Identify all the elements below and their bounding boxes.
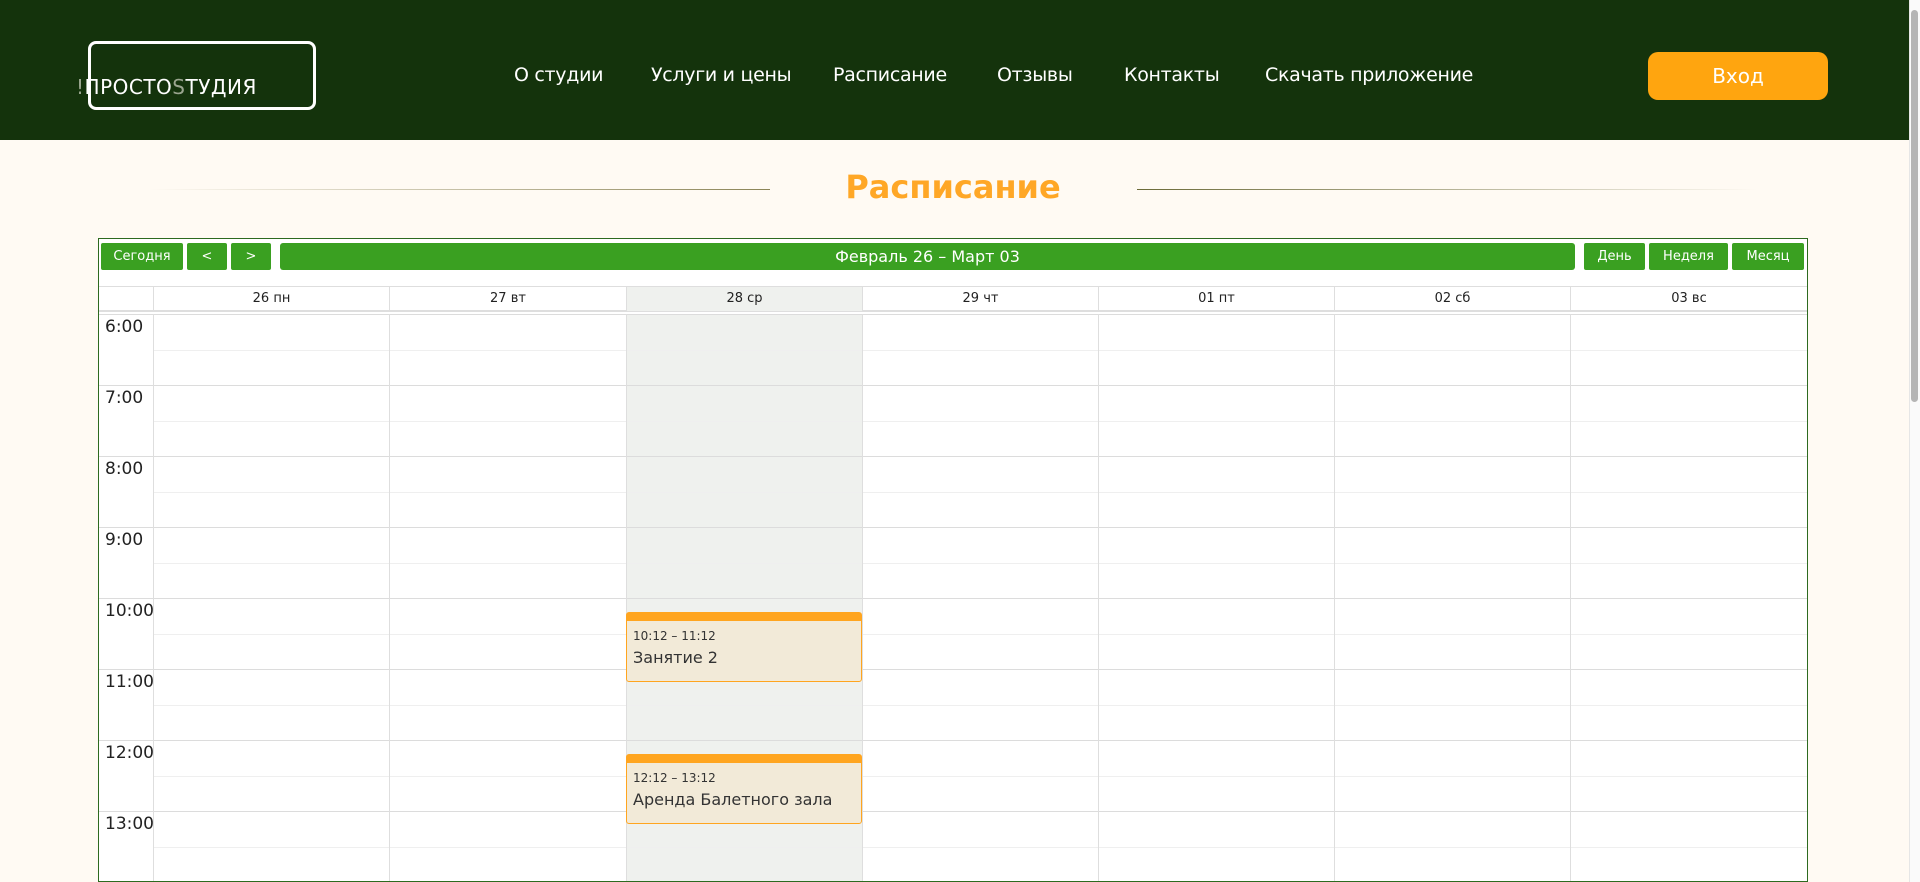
hour-slot[interactable]: 11:00 <box>99 669 1807 740</box>
hour-slot[interactable]: 12:00 <box>99 740 1807 811</box>
calendar-event[interactable]: 12:12 – 13:12 Аренда Балетного зала <box>626 754 862 824</box>
column-divider <box>1334 314 1335 881</box>
time-label: 11:00 <box>105 672 154 692</box>
day-header: 01 пт <box>1098 287 1334 311</box>
next-week-button[interactable]: > <box>231 243 271 270</box>
time-label: 7:00 <box>105 388 144 408</box>
today-button[interactable]: Сегодня <box>101 243 183 270</box>
column-divider <box>1098 314 1099 881</box>
date-range-label: Февраль 26 – Март 03 <box>280 243 1575 270</box>
column-divider <box>389 314 390 881</box>
event-time: 10:12 – 11:12 <box>633 629 716 643</box>
event-title: Занятие 2 <box>633 648 718 667</box>
time-label: 9:00 <box>105 530 144 550</box>
time-grid: 6:00 7:00 8:00 9:00 10:00 11:00 12:00 13… <box>99 314 1807 881</box>
schedule-calendar: Сегодня < > Февраль 26 – Март 03 День Не… <box>98 238 1808 882</box>
column-divider <box>153 314 154 881</box>
day-header: 03 вс <box>1570 287 1807 311</box>
event-time: 12:12 – 13:12 <box>633 771 716 785</box>
time-label: 12:00 <box>105 743 154 763</box>
event-title: Аренда Балетного зала <box>633 790 833 809</box>
day-header-row: 26 пн 27 вт 28 ср 29 чт 01 пт 02 сб 03 в… <box>99 286 1807 312</box>
day-header: 26 пн <box>153 287 389 311</box>
time-label: 6:00 <box>105 317 144 337</box>
nav-reviews[interactable]: Отзывы <box>997 64 1073 86</box>
scrollbar-thumb[interactable] <box>1911 10 1918 402</box>
title-divider-right <box>1137 189 1757 190</box>
nav-contacts[interactable]: Контакты <box>1124 64 1220 86</box>
logo-suffix: ТУДИЯ <box>185 75 257 99</box>
title-divider-left <box>150 189 770 190</box>
nav-schedule[interactable]: Расписание <box>833 64 947 86</box>
nav-services[interactable]: Услуги и цены <box>651 64 792 86</box>
logo-mid: S <box>172 75 186 99</box>
nav-about[interactable]: О студии <box>514 64 603 86</box>
view-day-button[interactable]: День <box>1584 243 1645 270</box>
day-header: 02 сб <box>1334 287 1570 311</box>
view-week-button[interactable]: Неделя <box>1649 243 1728 270</box>
site-header: !ПРОСТОSТУДИЯ О студии Услуги и цены Рас… <box>0 0 1909 140</box>
hour-slot[interactable]: 13:00 <box>99 811 1807 881</box>
calendar-event[interactable]: 10:12 – 11:12 Занятие 2 <box>626 612 862 682</box>
day-header: 29 чт <box>862 287 1098 311</box>
hour-slot[interactable]: 10:00 <box>99 598 1807 669</box>
time-label: 13:00 <box>105 814 154 834</box>
page-title: Расписание <box>845 168 1061 206</box>
day-header: 27 вт <box>389 287 626 311</box>
logo[interactable]: !ПРОСТОSТУДИЯ <box>76 75 257 99</box>
column-divider <box>1570 314 1571 881</box>
login-button[interactable]: Вход <box>1648 52 1828 100</box>
column-divider <box>862 314 863 881</box>
day-header: 28 ср <box>626 287 862 311</box>
prev-week-button[interactable]: < <box>187 243 227 270</box>
time-label: 10:00 <box>105 601 154 621</box>
time-label: 8:00 <box>105 459 144 479</box>
hour-slot[interactable]: 6:00 <box>99 314 1807 385</box>
logo-prefix: ! <box>76 75 85 99</box>
hour-slot[interactable]: 8:00 <box>99 456 1807 527</box>
hour-slot[interactable]: 9:00 <box>99 527 1807 598</box>
nav-download-app[interactable]: Скачать приложение <box>1265 64 1473 86</box>
hour-slot[interactable]: 7:00 <box>99 385 1807 456</box>
view-month-button[interactable]: Месяц <box>1732 243 1804 270</box>
logo-main: ПРОСТО <box>84 75 173 99</box>
